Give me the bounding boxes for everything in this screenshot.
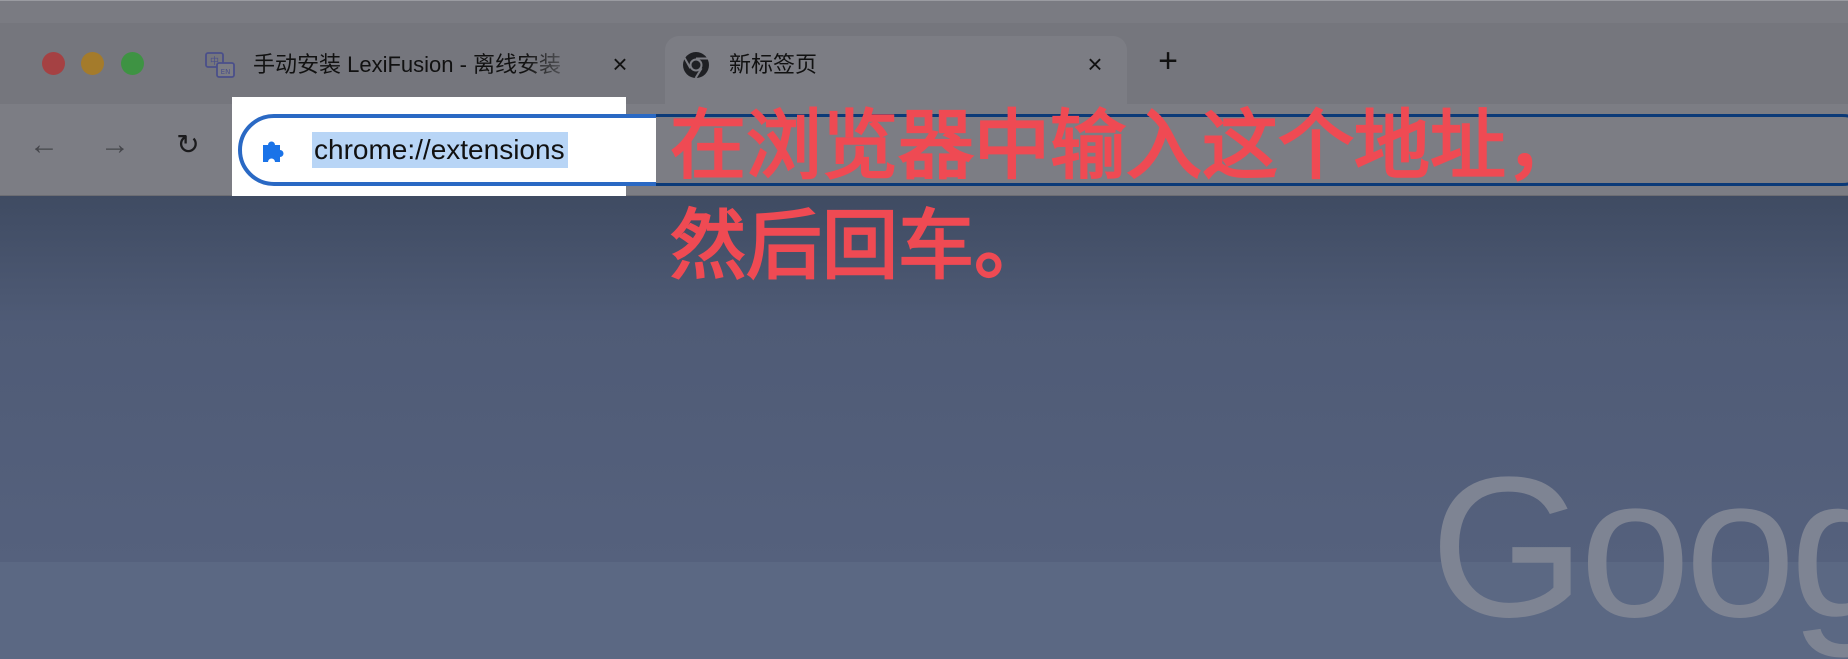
window-minimize-button[interactable] xyxy=(81,52,104,75)
tab-close-button[interactable]: × xyxy=(602,46,638,82)
google-logo: Goog xyxy=(1430,436,1848,659)
url-input[interactable]: chrome://extensions xyxy=(312,132,568,168)
lexifusion-translate-icon: 中 EN xyxy=(205,52,235,78)
annotation-line-1: 在浏览器中输入这个地址， xyxy=(670,101,1582,190)
tab-lexifusion[interactable]: 中 EN 手动安装 LexiFusion - 离线安装 × xyxy=(190,36,640,104)
tab-title: 手动安装 LexiFusion - 离线安装 xyxy=(253,52,562,77)
reload-button[interactable]: ↻ xyxy=(170,127,206,163)
instruction-annotation: 在浏览器中输入这个地址， 然后回车。 xyxy=(670,96,1582,296)
tab-title: 新标签页 xyxy=(729,52,818,77)
window-zoom-button[interactable] xyxy=(121,52,144,75)
tab-new-tab-page[interactable]: 新标签页 × xyxy=(665,36,1127,104)
annotation-line-2: 然后回车。 xyxy=(670,201,1050,290)
window-close-button[interactable] xyxy=(42,52,65,75)
chrome-icon xyxy=(683,52,709,79)
forward-button[interactable]: → xyxy=(97,127,133,163)
new-tab-button[interactable]: + xyxy=(1150,44,1186,80)
back-button[interactable]: ← xyxy=(26,127,62,163)
svg-text:EN: EN xyxy=(221,68,231,76)
extension-puzzle-icon xyxy=(263,141,284,162)
tab-close-button[interactable]: × xyxy=(1077,46,1113,82)
browser-window: 中 EN 手动安装 LexiFusion - 离线安装 × 新标签页 × + ←… xyxy=(0,0,1848,648)
